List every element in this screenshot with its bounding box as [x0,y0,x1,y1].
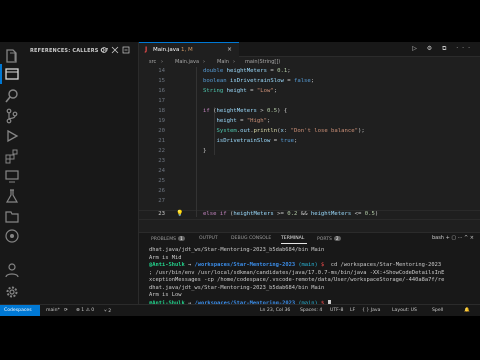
tab-problems[interactable]: PROBLEMS 1 [151,236,185,242]
sync-icon[interactable]: ⟳ [64,308,68,313]
spell-check[interactable]: Spell [432,308,443,313]
chevron-right-icon: › [233,59,235,65]
line-number: 14 [158,68,165,74]
breadcrumb-method[interactable]: main(String[]) [245,59,280,65]
breadcrumb-file[interactable]: Main.java [175,59,199,65]
sidebar-title: REFERENCES: CALLERS OF [30,48,109,54]
code-line: height = "High"; [216,118,271,124]
problems-indicator[interactable]: ⊗ 1 ⚠ 0 [76,308,94,313]
references-icon[interactable] [0,64,20,84]
branch-indicator[interactable]: main* [46,308,60,313]
remote-explorer-icon[interactable] [4,168,20,184]
status-bar: Codespaces main* ⟳ ⊗ 1 ⚠ 0 ⑂ 2 Ln 23, Co… [0,304,480,316]
terminal[interactable]: dhat.java/jdt_ws/Star-Mentoring-2023_b5d… [149,247,474,307]
line-number: 25 [158,178,165,184]
terminal-line: dhat.java/jdt_ws/Star-Mentoring-2023_b5d… [149,284,325,291]
line-number: 18 [158,108,165,114]
code-line: boolean isDrivetrainSlow = false; [203,78,315,84]
bottom-panel: PROBLEMS 1 OUTPUT DEBUG CONSOLE TERMINAL … [139,232,480,307]
terminal-line: dhat.java/jdt_ws/Star-Mentoring-2023_b5d… [149,247,325,253]
java-file-icon: J [145,46,148,53]
settings-icon[interactable] [4,284,20,300]
search-icon[interactable] [4,88,20,104]
code-line: } [203,148,207,154]
close-icon[interactable]: × [227,46,232,53]
ports-indicator[interactable]: ⑂ 2 [104,308,111,314]
terminal-line: Arm is Mid [149,254,182,261]
indentation[interactable]: Spaces: 4 [300,308,322,313]
line-number: 26 [158,188,165,194]
line-number: 15 [158,78,165,84]
editor-tab-bar: J Main.java 1, M × ▷ ⚙ ⧉ ··· [139,42,480,57]
tab-terminal[interactable]: TERMINAL [281,236,304,241]
current-line-number: 23 [158,211,165,217]
panel-actions[interactable]: bash + ▢ ··· ^ × [432,235,474,241]
tab-output[interactable]: OUTPUT [199,236,218,241]
lightbulb-icon[interactable]: 💡 [176,210,183,217]
tab-debug-console[interactable]: DEBUG CONSOLE [231,236,271,241]
code-editor[interactable]: 💡 14 15 16 17 18 19 20 21 22 23 24 25 26… [139,67,480,232]
code-line: String height = "Low"; [203,88,278,94]
sidebar: REFERENCES: CALLERS OF [24,42,139,304]
line-number: 19 [158,118,165,124]
terminal-line: @Anti-Shulk → /workspaces/Star-Mentoring… [149,262,442,268]
cursor-position[interactable]: Ln 23, Col 36 [260,308,290,313]
line-number: 20 [158,128,165,134]
code-line-current: else if (heightMeters >= 0.2 && heightMe… [203,211,379,217]
line-number: 21 [158,138,165,144]
language-mode[interactable]: { } Java [362,308,380,313]
accounts-icon[interactable] [4,262,20,278]
tab-ports[interactable]: PORTS 2 [317,236,341,242]
tab-label: Main.java [153,47,180,53]
code-line: double heightMeters = 0.1; [203,68,291,74]
breadcrumb-class[interactable]: Main [217,59,229,65]
java-projects-icon[interactable] [4,208,20,224]
line-number: 17 [158,98,165,104]
chevron-right-icon: › [161,59,163,65]
explorer-icon[interactable] [4,48,20,64]
terminal-line: xceptionMessages -cp /home/codespace/.vs… [149,277,445,283]
activity-bar [0,42,24,304]
github-icon[interactable] [4,228,20,244]
extensions-icon[interactable] [4,148,20,164]
line-number: 22 [158,148,165,154]
breadcrumb-src[interactable]: src [149,59,156,65]
line-number: 24 [158,168,165,174]
code-line: System.out.println(x: "Don't lose balanc… [216,128,365,134]
bell-icon[interactable]: 🔔 [464,308,470,313]
collapse-all-icon[interactable] [122,46,130,54]
remote-indicator[interactable]: Codespaces [0,305,40,316]
encoding[interactable]: UTF-8 [330,308,343,313]
clear-all-icon[interactable] [111,46,119,54]
editor-actions[interactable]: ▷ ⚙ ⧉ ··· [412,45,474,53]
tab-main-java[interactable]: J Main.java 1, M × [139,42,239,57]
eol[interactable]: LF [350,308,355,313]
vscode-window: REFERENCES: CALLERS OF J Main.java 1, M … [0,42,480,316]
breadcrumb: src › Main.java › Main › main(String[]) [139,57,480,67]
keyboard-layout[interactable]: Layout: US [392,308,417,313]
chevron-right-icon: › [203,59,205,65]
source-control-icon[interactable] [4,108,20,124]
tab-modified-indicator: 1, M [181,47,193,53]
code-line: if (heightMeters > 0.5) { [203,108,288,114]
testing-icon[interactable] [4,188,20,204]
panel-tabs: PROBLEMS 1 OUTPUT DEBUG CONSOLE TERMINAL … [139,233,480,244]
terminal-line: Arm is Low [149,292,182,298]
line-number: 27 [158,198,165,204]
code-line: isDrivetrainSlow = true; [216,138,298,144]
run-debug-icon[interactable] [4,128,20,144]
terminal-line: ; /usr/bin/env /usr/local/sdkman/candida… [149,269,445,276]
line-number: 23 [158,158,165,164]
line-number: 16 [158,88,165,94]
refresh-icon[interactable] [100,46,108,54]
